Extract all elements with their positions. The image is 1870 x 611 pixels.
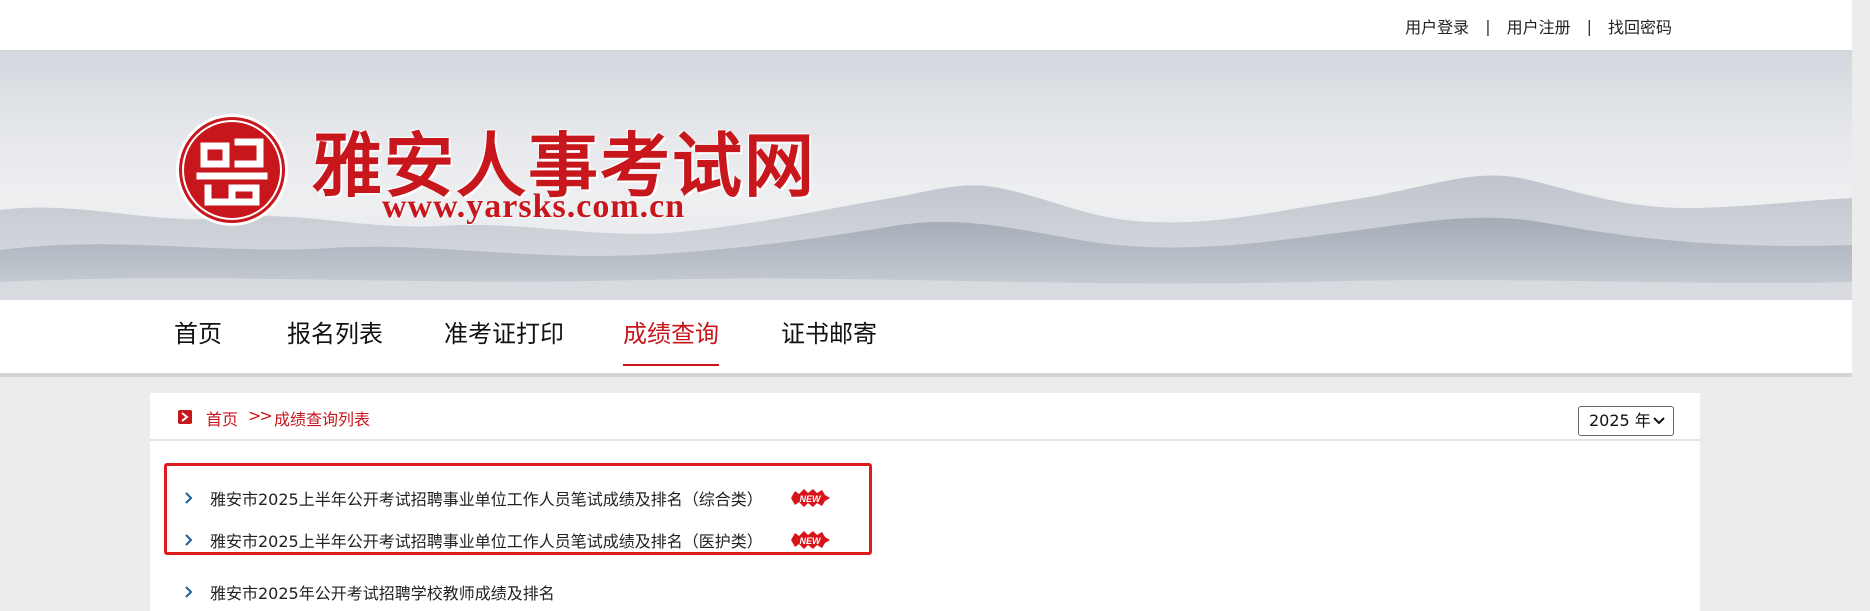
breadcrumb: 首页 >> 成绩查询列表 2025 年 [150,393,1700,441]
breadcrumb-arrow-icon [178,410,192,424]
seal-logo-icon [176,114,288,226]
new-badge-icon: NEW [790,489,830,507]
list-item-title[interactable]: 雅安市2025年公开考试招聘学校教师成绩及排名 [210,580,555,604]
link-separator: | [1485,16,1491,36]
list-item[interactable]: 雅安市2025年公开考试招聘学校教师成绩及排名 [184,577,555,607]
nav-certificate-mail[interactable]: 证书邮寄 [781,300,877,368]
main-nav: 首页 报名列表 准考证打印 成绩查询 证书邮寄 [0,300,1852,377]
chevron-right-icon [185,586,193,598]
chevron-down-icon [1653,417,1665,425]
list-item-title[interactable]: 雅安市2025上半年公开考试招聘事业单位工作人员笔试成绩及排名（综合类） [210,486,763,510]
svg-text:NEW: NEW [799,536,822,546]
nav-admission-ticket[interactable]: 准考证打印 [444,300,564,368]
login-link[interactable]: 用户登录 [1405,14,1469,38]
svg-text:NEW: NEW [799,494,822,504]
breadcrumb-separator: >> [248,406,273,425]
nav-score-query[interactable]: 成绩查询 [623,300,719,368]
site-banner: 雅安人事考试网 www.yarsks.com.cn [0,50,1852,300]
register-link[interactable]: 用户注册 [1507,14,1571,38]
site-url: www.yarsks.com.cn [382,188,686,225]
account-links: 用户登录 | 用户注册 | 找回密码 [1405,14,1672,38]
nav-home[interactable]: 首页 [174,300,222,368]
list-item[interactable]: 雅安市2025上半年公开考试招聘事业单位工作人员笔试成绩及排名（医护类） NEW [184,525,831,555]
chevron-right-icon [185,534,193,546]
year-select-value: 2025 年 [1589,411,1651,430]
list-item-title[interactable]: 雅安市2025上半年公开考试招聘事业单位工作人员笔试成绩及排名（医护类） [210,528,763,552]
breadcrumb-home[interactable]: 首页 [206,406,238,430]
breadcrumb-current: 成绩查询列表 [274,410,371,429]
nav-registration-list[interactable]: 报名列表 [287,300,383,368]
list-item[interactable]: 雅安市2025上半年公开考试招聘事业单位工作人员笔试成绩及排名（综合类） NEW [184,483,831,513]
chevron-right-icon [185,492,193,504]
new-badge-icon: NEW [790,531,830,549]
top-utility-bar: 用户登录 | 用户注册 | 找回密码 [0,0,1852,50]
year-select[interactable]: 2025 年 [1578,406,1674,436]
link-separator: | [1586,16,1592,36]
recover-password-link[interactable]: 找回密码 [1608,14,1672,38]
content-panel: 首页 >> 成绩查询列表 2025 年 雅安市2025上半年公开考试招聘事业单位… [150,393,1700,611]
